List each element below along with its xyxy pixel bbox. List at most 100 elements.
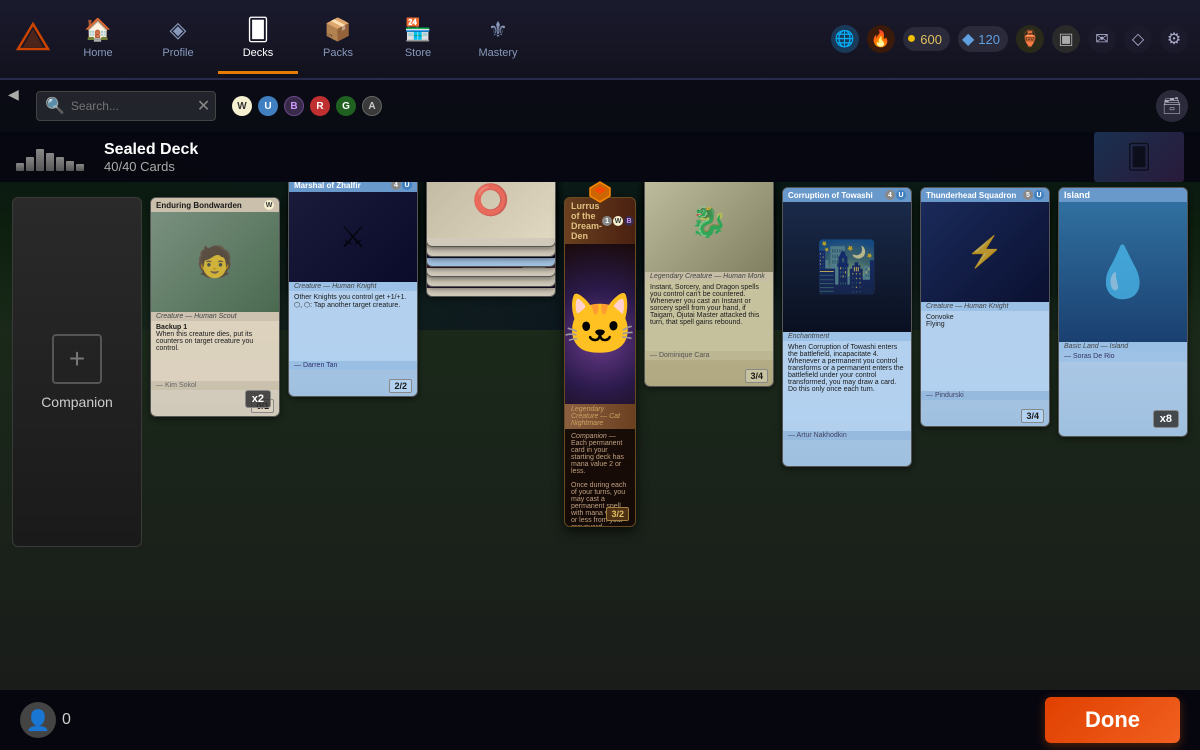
nav-store-label: Store [405, 47, 431, 59]
search-icon: 🔍 [45, 96, 65, 116]
nav-profile[interactable]: ◈ Profile [138, 4, 218, 74]
corruption-img: 🌃 [783, 202, 911, 332]
collection-icon-btn[interactable]: 🗃 [1156, 90, 1188, 122]
card-column-1: Enduring Bondwarden W 🧑 Creature — Human… [150, 197, 280, 417]
deck-title: Sealed Deck [104, 141, 198, 159]
nav-profile-label: Profile [162, 47, 193, 59]
marshal-name: Marshal of Zhalfir [294, 182, 361, 190]
corruption-text: When Corruption of Towashi enters the ba… [783, 341, 911, 431]
cp1: 4 [885, 190, 895, 200]
corruption-bar: Corruption of Towashi 4 U [783, 188, 911, 202]
fire-icon-btn[interactable]: 🔥 [867, 25, 895, 53]
card-figure: 🧑 [151, 212, 279, 312]
bar-2 [26, 157, 34, 171]
help-icon-btn[interactable]: ◇ [1124, 25, 1152, 53]
home-icon: 🏠 [84, 17, 111, 43]
world-icon-btn[interactable]: 🌐 [831, 25, 859, 53]
thunderhead-img: ⚡ [921, 202, 1049, 302]
thunderhead-figure: ⚡ [921, 202, 1049, 302]
island-artist: — Soras De Rio [1059, 351, 1187, 362]
main-content: + Companion Enduring Bondwarden W 🧑 Crea… [0, 182, 1200, 690]
card-column-7: Alabaster Host Intercessor 5 W 👼 x2 Thun… [920, 197, 1050, 427]
packs-icon: 📦 [324, 17, 351, 43]
filter-black[interactable]: B [284, 96, 304, 116]
card-column-6: Golden-Scale Aeronaut 4 W 🦅 Corruption o… [782, 197, 912, 467]
filter-white[interactable]: W [232, 96, 252, 116]
bar-4 [46, 153, 54, 171]
companion-add[interactable]: + [52, 334, 102, 384]
lp1: 1 [602, 216, 612, 226]
seal-figure: ⭕ [427, 182, 555, 238]
card-lurrus[interactable]: Lurrus of the Dream-Den 1 W B 🐱 Legendar… [564, 197, 636, 527]
player-count: 0 [62, 711, 71, 729]
companion-box[interactable]: + Companion [12, 197, 142, 547]
nav-decks-label: Decks [243, 47, 274, 59]
player-icon: 👤 [20, 702, 56, 738]
mail-icon-btn[interactable]: ✉ [1088, 25, 1116, 53]
card-seal-existence[interactable]: Seal from Existence 3 W ⭕ [426, 182, 556, 247]
done-button[interactable]: Done [1045, 697, 1180, 743]
card-name: Enduring Bondwarden [156, 201, 242, 210]
island-bar: Island [1059, 188, 1187, 202]
deck-thumbnail[interactable]: 🂠 [1094, 132, 1184, 182]
lurrus-image: 🐱 [565, 244, 635, 404]
thunderhead-bar: Thunderhead Squadron 5 U [921, 188, 1049, 202]
thumbnail-img: 🂠 [1127, 143, 1152, 172]
card-text: Backup 1 When this creature dies, put it… [151, 321, 279, 381]
artifact-icon-btn[interactable]: 🏺 [1016, 25, 1044, 53]
thunderhead-name: Thunderhead Squadron [926, 191, 1016, 200]
search-input[interactable] [71, 99, 191, 113]
card-island[interactable]: Island 💧 Basic Land — Island — Soras De … [1058, 187, 1188, 437]
thp1: 5 [1023, 190, 1033, 200]
thunderhead-power: 3/4 [1021, 409, 1044, 423]
clear-search-icon[interactable]: ✕ [197, 96, 210, 116]
funnel-icon[interactable] [586, 178, 614, 211]
deck-header: Sealed Deck 40/40 Cards 🂠 [0, 132, 1200, 182]
nav-decks[interactable]: 🂠 Decks [218, 4, 298, 74]
marshal-type: Creature — Human Knight [289, 282, 417, 291]
gem-icon: ◆ [962, 29, 974, 49]
gem-currency[interactable]: ◆ 120 [958, 26, 1008, 52]
nav-mastery-label: Mastery [478, 47, 517, 59]
filter-green[interactable]: G [336, 96, 356, 116]
window-icon-btn[interactable]: ▣ [1052, 25, 1080, 53]
nav-home[interactable]: 🏠 Home [58, 4, 138, 74]
thunderhead-type: Creature — Human Knight [921, 302, 1049, 311]
marshal-text: Other Knights you control get +1/+1. ⬡, … [289, 291, 417, 361]
corruption-name: Corruption of Towashi [788, 191, 873, 200]
taigam-artist: — Dominique Cara [645, 351, 773, 360]
taigam-power: 3/4 [745, 369, 768, 383]
taigam-text: Instant, Sorcery, and Dragon spells you … [645, 281, 773, 351]
nav-store[interactable]: 🏪 Store [378, 4, 458, 74]
settings-icon-btn[interactable]: ⚙ [1160, 25, 1188, 53]
logo[interactable] [8, 9, 58, 69]
search-box[interactable]: 🔍 ✕ [36, 91, 216, 121]
taigam-type: Legendary Creature — Human Monk [645, 272, 773, 281]
card-corruption[interactable]: Corruption of Towashi 4 U 🌃 Enchantment … [782, 187, 912, 467]
nav-packs[interactable]: 📦 Packs [298, 4, 378, 74]
card-thunderhead[interactable]: Thunderhead Squadron 5 U ⚡ Creature — Hu… [920, 187, 1050, 427]
marshal-name-bar: Marshal of Zhalfir 4 U [289, 182, 417, 192]
card-enduring-bondwarden[interactable]: Enduring Bondwarden W 🧑 Creature — Human… [150, 197, 280, 417]
back-arrow[interactable]: ◀ [8, 86, 19, 103]
lurrus-type: Legendary Creature — Cat Nightmare [565, 404, 635, 429]
nav-mastery[interactable]: ⚜ Mastery [458, 4, 538, 74]
top-nav: 🏠 Home ◈ Profile 🂠 Decks 📦 Packs 🏪 Store… [0, 0, 1200, 80]
card-taigam[interactable]: Taigam, Ojutai Master 2 U W 🐉 Legendary … [644, 182, 774, 387]
cpu: U [896, 190, 906, 200]
filter-blue[interactable]: U [258, 96, 278, 116]
deck-count: 40/40 Cards [104, 159, 198, 174]
filter-artifact[interactable]: A [362, 96, 382, 116]
corruption-cost: 4 U [885, 190, 906, 200]
lpw: W [613, 216, 623, 226]
gold-currency[interactable]: ● 600 [903, 27, 950, 51]
mana-filter-row: W U B R G A [232, 96, 382, 116]
island-figure: 💧 [1059, 202, 1187, 342]
card-column-2: Rona, Herald of Invasion 3 U 🧙 Saiba Cry… [288, 197, 418, 397]
store-icon: 🏪 [404, 17, 431, 43]
filter-red[interactable]: R [310, 96, 330, 116]
lpb: B [624, 216, 634, 226]
gem-amount: 120 [978, 32, 1000, 47]
pip-u3: U [402, 182, 412, 190]
card-marshal[interactable]: Marshal of Zhalfir 4 U ⚔ Creature — Huma… [288, 182, 418, 397]
